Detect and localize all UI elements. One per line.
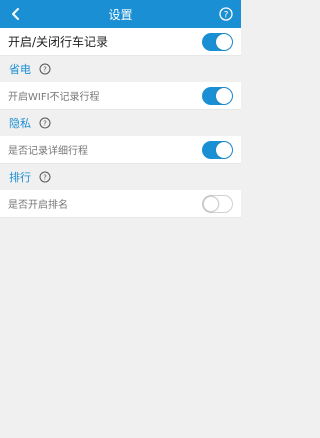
wifi-no-record-label: 开启WIFI不记录行程 [8,92,100,103]
page-title: 设置 [108,7,133,22]
section-title-power: 省电 [9,63,31,76]
ranking-label: 是否开启排名 [8,200,68,211]
section-header-ranking: 排行 ? [0,164,241,190]
svg-text:?: ? [224,10,229,20]
drive-record-toggle[interactable] [202,32,233,51]
wifi-no-record-row: 开启WIFI不记录行程 [0,82,241,110]
wifi-no-record-toggle[interactable] [202,86,233,105]
ranking-toggle[interactable] [202,194,233,213]
ranking-row: 是否开启排名 [0,190,241,218]
header-bar: 设置 ? [0,0,241,28]
section-title-privacy: 隐私 [9,117,31,130]
detailed-trip-toggle[interactable] [202,140,233,159]
section-title-ranking: 排行 [9,171,31,184]
toggle-knob [203,195,219,212]
drive-record-label: 开启/关闭行车记录 [8,35,109,49]
detailed-trip-row: 是否记录详细行程 [0,136,241,164]
svg-text:?: ? [43,174,47,182]
back-button[interactable] [6,4,26,24]
svg-text:?: ? [43,120,47,128]
help-icon[interactable]: ? [39,171,51,183]
toggle-knob [216,87,232,104]
toggle-knob [216,141,232,158]
help-icon[interactable]: ? [39,117,51,129]
toggle-knob [216,33,232,50]
help-button[interactable]: ? [217,5,235,23]
section-header-privacy: 隐私 ? [0,110,241,136]
drive-record-row: 开启/关闭行车记录 [0,28,241,56]
detailed-trip-label: 是否记录详细行程 [8,146,88,157]
svg-text:?: ? [43,66,47,74]
help-circle-icon: ? [219,7,233,21]
section-header-power: 省电 ? [0,56,241,82]
help-icon[interactable]: ? [39,63,51,75]
chevron-left-icon [12,8,19,20]
empty-area [0,218,241,438]
